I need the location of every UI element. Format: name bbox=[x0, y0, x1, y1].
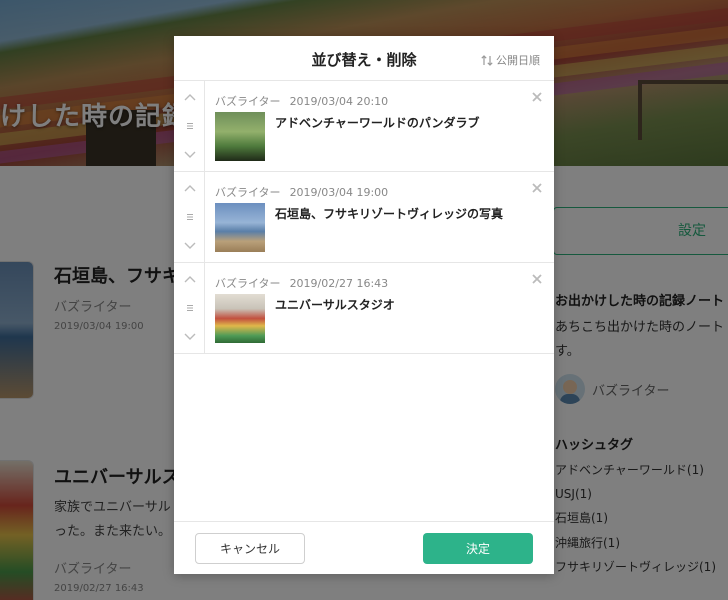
chevron-down-icon bbox=[184, 151, 195, 158]
chevron-up-icon bbox=[184, 94, 195, 101]
item-author: バズライター bbox=[215, 186, 281, 199]
close-icon bbox=[532, 274, 542, 284]
move-down-button[interactable] bbox=[174, 236, 205, 256]
drag-handle-icon bbox=[186, 122, 193, 130]
chevron-down-icon bbox=[184, 333, 195, 340]
drag-handle[interactable] bbox=[174, 207, 205, 227]
move-down-button[interactable] bbox=[174, 327, 205, 347]
drag-handle-icon bbox=[186, 304, 193, 312]
item-author: バズライター bbox=[215, 95, 281, 108]
item-thumbnail bbox=[215, 294, 265, 343]
drag-handle[interactable] bbox=[174, 116, 205, 136]
reorder-delete-modal: 並び替え・削除 公開日順 バズライター 2019/03/04 20:10 アドベ… bbox=[174, 36, 554, 574]
chevron-down-icon bbox=[184, 242, 195, 249]
cancel-button[interactable]: キャンセル bbox=[195, 533, 305, 564]
item-thumbnail bbox=[215, 203, 265, 252]
item-controls bbox=[174, 81, 205, 171]
move-up-button[interactable] bbox=[174, 178, 205, 198]
move-up-button[interactable] bbox=[174, 269, 205, 289]
close-icon bbox=[532, 92, 542, 102]
delete-item-button[interactable] bbox=[530, 181, 544, 195]
item-thumbnail bbox=[215, 112, 265, 161]
chevron-up-icon bbox=[184, 185, 195, 192]
post-list-item: バズライター 2019/03/04 20:10 アドベンチャーワールドのパンダラブ bbox=[174, 81, 554, 172]
item-date: 2019/03/04 19:00 bbox=[289, 186, 389, 199]
item-author: バズライター bbox=[215, 277, 281, 290]
item-title: ユニバーサルスタジオ bbox=[275, 298, 395, 312]
item-meta: バズライター 2019/03/04 20:10 bbox=[215, 93, 388, 109]
item-controls bbox=[174, 172, 205, 262]
item-title: アドベンチャーワールドのパンダラブ bbox=[275, 116, 480, 130]
item-controls bbox=[174, 263, 205, 353]
sort-label: 公開日順 bbox=[496, 54, 540, 67]
close-icon bbox=[532, 183, 542, 193]
delete-item-button[interactable] bbox=[530, 272, 544, 286]
confirm-button[interactable]: 決定 bbox=[423, 533, 533, 564]
sort-toggle[interactable]: 公開日順 bbox=[481, 52, 540, 68]
modal-footer: キャンセル 決定 bbox=[174, 521, 554, 574]
modal-header: 並び替え・削除 公開日順 bbox=[174, 36, 554, 81]
drag-handle-icon bbox=[186, 213, 193, 221]
drag-handle[interactable] bbox=[174, 298, 205, 318]
chevron-up-icon bbox=[184, 276, 195, 283]
delete-item-button[interactable] bbox=[530, 90, 544, 104]
item-date: 2019/02/27 16:43 bbox=[289, 277, 389, 290]
sort-icon bbox=[481, 54, 493, 66]
post-list-item: バズライター 2019/03/04 19:00 石垣島、フサキリゾートヴィレッジの… bbox=[174, 172, 554, 263]
item-title: 石垣島、フサキリゾートヴィレッジの写真 bbox=[275, 207, 504, 221]
item-meta: バズライター 2019/02/27 16:43 bbox=[215, 275, 388, 291]
move-down-button[interactable] bbox=[174, 145, 205, 165]
item-meta: バズライター 2019/03/04 19:00 bbox=[215, 184, 388, 200]
item-date: 2019/03/04 20:10 bbox=[289, 95, 389, 108]
post-list-item: バズライター 2019/02/27 16:43 ユニバーサルスタジオ bbox=[174, 263, 554, 354]
move-up-button[interactable] bbox=[174, 87, 205, 107]
